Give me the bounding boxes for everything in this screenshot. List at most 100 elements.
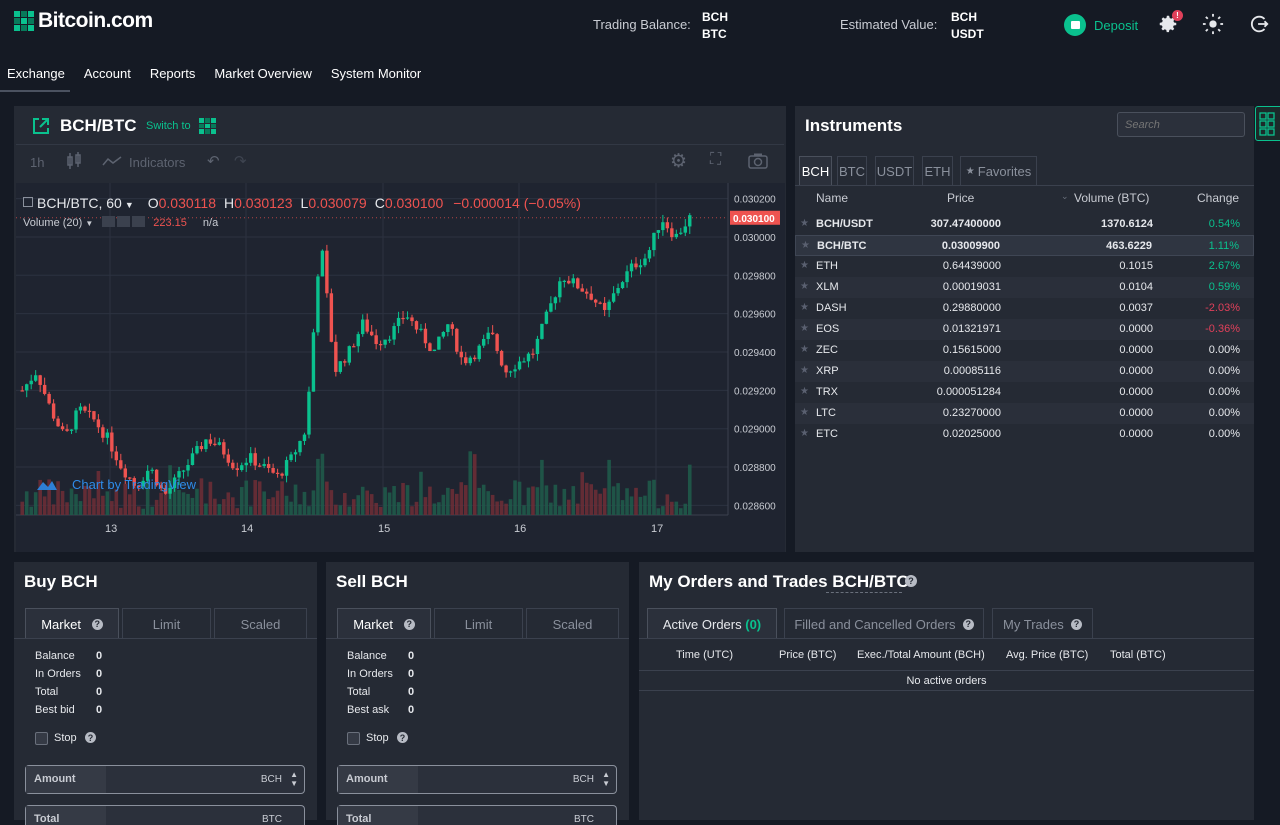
instruments-tab-btc[interactable]: BTC [837,156,867,186]
instruments-tab-favorites[interactable]: ★ Favorites [960,156,1037,186]
instrument-name: BCH/USDT [816,218,873,230]
external-link-icon[interactable] [31,116,51,136]
favorite-star-icon[interactable]: ★ [800,386,809,397]
symbol-dropdown-icon[interactable]: ▼ [125,200,134,210]
tab-active-orders[interactable]: Active Orders (0) [647,608,777,639]
volume-bar [410,506,414,515]
instrument-row[interactable]: ★ DASH 0.29880000 0.0037 -2.03% [795,298,1254,319]
sell-tab-scaled[interactable]: Scaled [526,608,619,639]
favorite-star-icon[interactable]: ★ [800,281,809,292]
volume-eye-icon[interactable] [102,216,116,227]
settings-button[interactable]: ! [1157,10,1183,35]
logo[interactable]: Bitcoin.com [14,9,153,33]
tradingview-watermark[interactable]: Chart by TradingView [36,477,196,492]
candles-icon[interactable] [66,152,82,170]
instruments-tab-usdt[interactable]: USDT [875,156,914,186]
favorite-star-icon[interactable]: ★ [800,260,809,271]
help-icon[interactable]: ? [403,618,415,630]
instrument-search-input[interactable] [1117,112,1245,137]
sell-total-field[interactable]: Total BTC [337,805,617,825]
instrument-row[interactable]: ★ XLM 0.00019031 0.0104 0.59% [795,277,1254,298]
switch-to-logo-icon[interactable] [199,118,216,134]
help-icon[interactable]: ? [962,618,974,630]
favorite-star-icon[interactable]: ★ [800,407,809,418]
help-icon[interactable]: ? [91,618,103,630]
interval-selector[interactable]: 1h [30,155,44,170]
tab-my-trades[interactable]: My Trades ? [992,608,1093,639]
volume-settings-icon[interactable] [117,216,131,227]
favorite-star-icon[interactable]: ★ [800,323,809,334]
deposit-button[interactable]: Deposit [1064,14,1138,36]
redo-icon[interactable]: ↷ [234,152,247,170]
volume-label[interactable]: Volume (20) [23,217,82,229]
volume-dropdown-icon[interactable]: ▼ [85,219,93,228]
nav-system-monitor[interactable]: System Monitor [324,60,428,92]
theme-toggle-button[interactable] [1202,13,1224,35]
instrument-row[interactable]: ★ TRX 0.000051284 0.0000 0.00% [795,382,1254,403]
fullscreen-icon[interactable]: ⛶ [710,151,721,169]
instrument-row[interactable]: ★ BCH/USDT 307.47400000 1370.6124 0.54% [795,214,1254,235]
candle-body [208,439,213,444]
sell-stop-checkbox[interactable] [347,732,360,745]
nav-account[interactable]: Account [77,60,138,92]
volume-close-icon[interactable] [132,216,146,227]
favorite-star-icon[interactable]: ★ [800,365,809,376]
logout-button[interactable] [1248,13,1270,35]
instrument-row[interactable]: ★ ETC 0.02025000 0.0000 0.00% [795,424,1254,445]
instrument-price: 0.64439000 [942,260,1001,272]
help-icon[interactable]: ? [1070,618,1082,630]
instrument-row[interactable]: ★ EOS 0.01321971 0.0000 -0.36% [795,319,1254,340]
col-volume[interactable]: Volume (BTC) [1074,191,1149,205]
col-name[interactable]: Name [816,191,848,205]
buy-tab-scaled[interactable]: Scaled [214,608,307,639]
col-price[interactable]: Price [947,191,974,205]
camera-icon[interactable] [748,153,768,169]
sell-stop-help-icon[interactable]: ? [397,732,408,743]
undo-icon[interactable]: ↶ [207,152,220,170]
tab-filled-cancelled-orders[interactable]: Filled and Cancelled Orders ? [784,608,984,639]
nav-reports[interactable]: Reports [143,60,203,92]
chart-settings-icon[interactable]: ⚙ [670,150,687,173]
candlestick-chart[interactable]: 0.030200 0.030000 0.029800 0.029600 0.029400… [16,183,785,552]
instrument-row[interactable]: ★ XRP 0.00085116 0.0000 0.00% [795,361,1254,382]
indicators-button[interactable]: Indicators [129,155,185,170]
candle-body [670,228,674,238]
layout-grid-button[interactable] [1255,106,1280,141]
price-chart[interactable]: 0.030200 0.030000 0.029800 0.029600 0.029400… [16,183,785,552]
buy-tab-limit[interactable]: Limit [122,608,211,639]
instrument-row[interactable]: ★ LTC 0.23270000 0.0000 0.00% [795,403,1254,424]
favorite-star-icon[interactable]: ★ [800,218,809,229]
volume-bar [136,506,141,515]
switch-to-link[interactable]: Switch to [146,120,191,132]
col-change[interactable]: Change [1197,191,1239,205]
favorite-star-icon[interactable]: ★ [800,344,809,355]
candle-body [459,351,463,358]
stepper-icon[interactable]: ▲ ▼ [602,770,610,788]
nav-exchange[interactable]: Exchange [0,60,72,92]
stepper-icon[interactable]: ▲ ▼ [290,770,298,788]
orders-panel: My Orders and Trades BCH/BTC ? Active Or… [639,562,1254,820]
favorite-star-icon[interactable]: ★ [800,428,809,439]
legend-symbol[interactable]: BCH/BTC, 60 [37,195,122,211]
buy-amount-field[interactable]: Amount BCH ▲ ▼ [25,765,305,794]
buy-stop-help-icon[interactable]: ? [85,732,96,743]
collapse-legend-icon[interactable] [23,197,33,207]
sort-arrow-icon[interactable]: ⌄ [1061,191,1069,202]
sell-tab-market[interactable]: Market ? [337,608,431,639]
buy-total-field[interactable]: Total BTC [25,805,305,825]
sell-amount-field[interactable]: Amount BCH ▲ ▼ [337,765,617,794]
instruments-tab-bch[interactable]: BCH [799,156,832,186]
favorite-star-icon[interactable]: ★ [801,240,810,251]
nav-market-overview[interactable]: Market Overview [207,60,319,92]
instrument-row[interactable]: ★ BCH/BTC 0.03009900 463.6229 1.11% [795,235,1254,256]
instrument-row[interactable]: ★ ZEC 0.15615000 0.0000 0.00% [795,340,1254,361]
orders-help-icon[interactable]: ? [905,575,917,587]
candle-body [414,321,419,330]
sell-tab-limit[interactable]: Limit [434,608,523,639]
instruments-tab-eth[interactable]: ETH [922,156,953,186]
buy-tab-market[interactable]: Market ? [25,608,119,639]
indicators-icon[interactable] [102,155,122,167]
buy-stop-checkbox[interactable] [35,732,48,745]
favorite-star-icon[interactable]: ★ [800,302,809,313]
instrument-row[interactable]: ★ ETH 0.64439000 0.1015 2.67% [795,256,1254,277]
